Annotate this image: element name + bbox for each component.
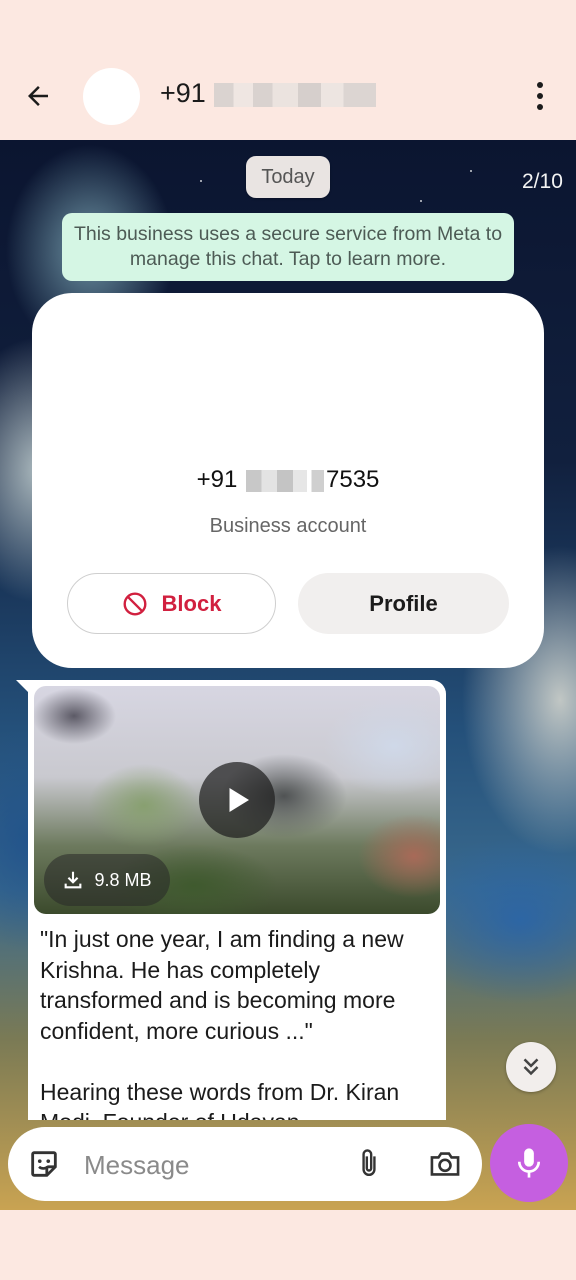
redacted-number (213, 82, 376, 107)
download-video-button[interactable]: 9.8 MB (44, 854, 170, 906)
back-button[interactable] (18, 76, 58, 116)
contact-number-prefix: +91 (160, 78, 206, 108)
chat-header: +91 (0, 0, 576, 140)
message-text: "In just one year, I am finding a new Kr… (40, 926, 404, 1120)
microphone-icon (517, 1148, 541, 1178)
sticker-button[interactable] (26, 1146, 62, 1182)
play-icon (229, 788, 249, 812)
business-account-label: Business account (209, 515, 367, 537)
sticker-icon (31, 1151, 57, 1177)
kebab-menu-icon (537, 82, 543, 110)
date-divider: Today (246, 156, 330, 198)
business-number-suffix: 7535 (326, 466, 380, 493)
star-decoration (420, 200, 422, 202)
video-size: 9.8 MB (94, 869, 152, 890)
page-counter: 2/10 (522, 170, 563, 193)
star-decoration (200, 180, 202, 182)
profile-button[interactable]: Profile (298, 573, 509, 634)
paperclip-icon (362, 1149, 376, 1176)
play-button[interactable] (199, 762, 275, 838)
business-info-card: +91 7535 Business account Block Profile (32, 293, 544, 668)
arrow-left-icon (28, 86, 48, 106)
block-label: Block (161, 590, 222, 616)
profile-label: Profile (369, 590, 438, 616)
incoming-message-bubble[interactable]: 9.8 MB "In just one year, I am finding a… (28, 680, 446, 1120)
star-decoration (470, 170, 472, 172)
attach-button[interactable] (351, 1145, 387, 1183)
video-thumbnail[interactable]: 9.8 MB (34, 686, 440, 914)
redacted-number (246, 469, 324, 492)
message-input[interactable] (82, 1141, 336, 1189)
camera-button[interactable] (426, 1145, 464, 1183)
scroll-to-bottom-button[interactable] (506, 1042, 556, 1092)
business-number: +91 7535 (32, 466, 544, 494)
overflow-menu-button[interactable] (522, 76, 558, 116)
voice-message-button[interactable] (490, 1124, 568, 1202)
contact-avatar[interactable] (83, 68, 140, 125)
block-icon (122, 591, 148, 617)
business-number-prefix: +91 (196, 466, 238, 493)
contact-title[interactable]: +91 (160, 78, 376, 109)
message-composer (8, 1127, 482, 1201)
secure-service-notice[interactable]: This business uses a secure service from… (62, 213, 514, 281)
block-button[interactable]: Block (67, 573, 276, 634)
double-chevron-down-icon (523, 1058, 539, 1076)
download-icon (62, 869, 84, 891)
camera-icon (430, 1152, 460, 1176)
